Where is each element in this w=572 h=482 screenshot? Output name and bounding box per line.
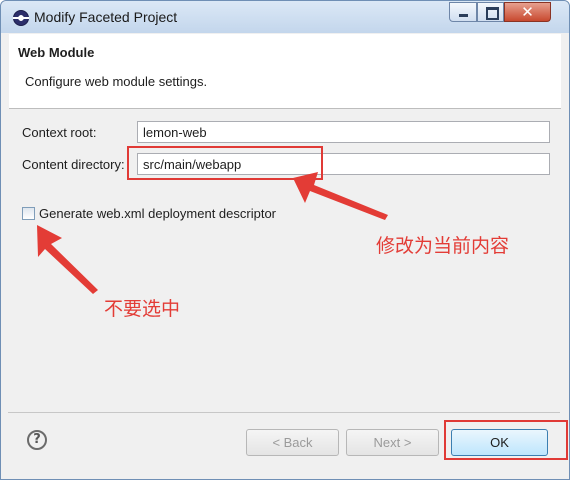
arrow-to-content-directory — [293, 172, 388, 220]
content-directory-note: 修改为当前内容 — [376, 235, 510, 257]
checkbox-note: 不要选中 — [104, 298, 181, 320]
arrow-to-checkbox — [37, 225, 98, 294]
